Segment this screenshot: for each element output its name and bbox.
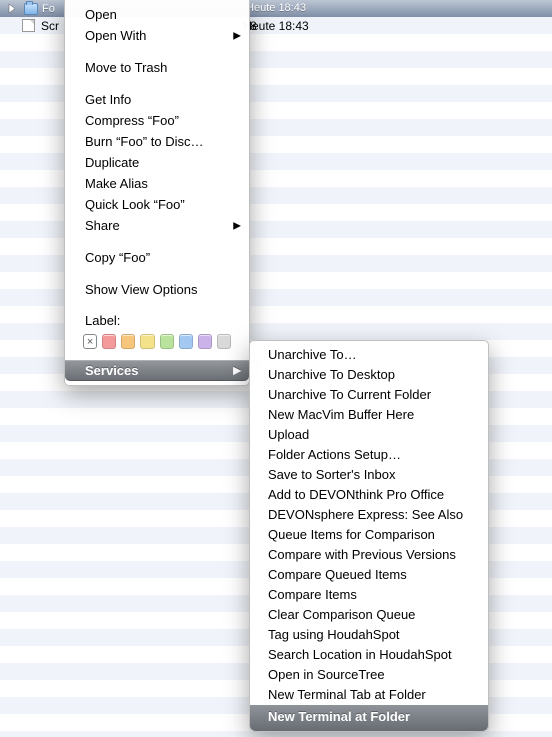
menu-item-get-info[interactable]: Get Info xyxy=(65,89,249,110)
label-swatch-1[interactable] xyxy=(102,334,116,349)
services-item-new-macvim-buffer-here[interactable]: New MacVim Buffer Here xyxy=(250,405,488,425)
menu-item-label: Quick Look “Foo” xyxy=(85,197,185,212)
menu-item-label: Open xyxy=(85,7,117,22)
menu-item-move-to-trash[interactable]: Move to Trash xyxy=(65,57,249,78)
services-item-unarchive-to-desktop[interactable]: Unarchive To Desktop xyxy=(250,365,488,385)
submenu-arrow-icon: ▶ xyxy=(233,217,241,234)
menu-item-label: Compare Queued Items xyxy=(268,567,407,582)
label-swatch-5[interactable] xyxy=(179,334,193,349)
services-item-queue-items-for-comparison[interactable]: Queue Items for Comparison xyxy=(250,525,488,545)
file-date: Heute 18:43 xyxy=(243,19,308,33)
nav-forward-icon xyxy=(6,3,18,15)
services-item-tag-using-houdahspot[interactable]: Tag using HoudahSpot xyxy=(250,625,488,645)
menu-separator xyxy=(66,241,248,242)
services-item-folder-actions-setup[interactable]: Folder Actions Setup… xyxy=(250,445,488,465)
context-menu: Open Open With ▶ Move to Trash Get Info Compr… xyxy=(64,0,250,386)
menu-item-label: Queue Items for Comparison xyxy=(268,527,435,542)
services-item-upload[interactable]: Upload xyxy=(250,425,488,445)
menu-item-label: New MacVim Buffer Here xyxy=(268,407,414,422)
menu-item-label: DEVONsphere Express: See Also xyxy=(268,507,463,522)
menu-item-label: Open With xyxy=(85,28,146,43)
menu-item-label: Share xyxy=(85,218,120,233)
services-item-open-in-sourcetree[interactable]: Open in SourceTree xyxy=(250,665,488,685)
menu-item-label: Upload xyxy=(268,427,309,442)
label-swatch-4[interactable] xyxy=(160,334,174,349)
menu-item-label: Unarchive To… xyxy=(268,347,357,362)
services-item-save-to-sorter-s-inbox[interactable]: Save to Sorter's Inbox xyxy=(250,465,488,485)
menu-item-label: Folder Actions Setup… xyxy=(268,447,401,462)
menu-item-label: Unarchive To Desktop xyxy=(268,367,395,382)
menu-item-open[interactable]: Open xyxy=(65,4,249,25)
menu-separator xyxy=(66,305,248,306)
file-icon xyxy=(22,19,35,32)
menu-item-label: Compress “Foo” xyxy=(85,113,179,128)
menu-item-label: Copy “Foo” xyxy=(85,250,150,265)
label-swatch-6[interactable] xyxy=(198,334,212,349)
menu-item-quick-look-foo[interactable]: Quick Look “Foo” xyxy=(65,194,249,215)
services-item-unarchive-to-current-folder[interactable]: Unarchive To Current Folder xyxy=(250,385,488,405)
menu-item-label: Show View Options xyxy=(85,282,198,297)
label-swatch-7[interactable] xyxy=(217,334,231,349)
menu-separator xyxy=(66,273,248,274)
menu-item-services[interactable]: Services ▶ xyxy=(65,360,249,381)
file-name: Scr xyxy=(41,19,59,33)
label-heading: Label: xyxy=(65,311,249,330)
menu-item-label: Unarchive To Current Folder xyxy=(268,387,431,402)
menu-separator xyxy=(66,51,248,52)
menu-item-label: New Terminal at Folder xyxy=(268,709,410,724)
submenu-arrow-icon: ▶ xyxy=(233,365,241,376)
services-submenu: Unarchive To… Unarchive To Desktop Unarchi… xyxy=(249,340,489,732)
services-item-compare-queued-items[interactable]: Compare Queued Items xyxy=(250,565,488,585)
menu-item-show-view-options[interactable]: Show View Options xyxy=(65,279,249,300)
menu-item-label: Compare Items xyxy=(268,587,357,602)
menu-item-label: Clear Comparison Queue xyxy=(268,607,415,622)
services-item-add-to-devonthink-pro-office[interactable]: Add to DEVONthink Pro Office xyxy=(250,485,488,505)
menu-item-label: Move to Trash xyxy=(85,60,167,75)
services-item-unarchive-to[interactable]: Unarchive To… xyxy=(250,345,488,365)
services-item-new-terminal-tab-at-folder[interactable]: New Terminal Tab at Folder xyxy=(250,685,488,705)
submenu-arrow-icon: ▶ xyxy=(233,27,241,44)
menu-item-label: Get Info xyxy=(85,92,131,107)
menu-item-label: Save to Sorter's Inbox xyxy=(268,467,396,482)
menu-item-label: Tag using HoudahSpot xyxy=(268,627,400,642)
menu-item-make-alias[interactable]: Make Alias xyxy=(65,173,249,194)
menu-item-duplicate[interactable]: Duplicate xyxy=(65,152,249,173)
services-item-compare-with-previous-versions[interactable]: Compare with Previous Versions xyxy=(250,545,488,565)
menu-item-label: Search Location in HoudahSpot xyxy=(268,647,452,662)
label-swatch-none[interactable]: × xyxy=(83,334,97,349)
menu-item-label: Compare with Previous Versions xyxy=(268,547,456,562)
menu-item-burn-foo-to-disc[interactable]: Burn “Foo” to Disc… xyxy=(65,131,249,152)
menu-item-copy-foo[interactable]: Copy “Foo” xyxy=(65,247,249,268)
menu-item-label: Open in SourceTree xyxy=(268,667,385,682)
folder-icon xyxy=(24,3,38,15)
menu-item-label: Burn “Foo” to Disc… xyxy=(85,134,203,149)
services-item-search-location-in-houdahspot[interactable]: Search Location in HoudahSpot xyxy=(250,645,488,665)
label-swatch-row: × xyxy=(65,330,249,355)
menu-item-label: Services xyxy=(85,363,139,378)
services-item-compare-items[interactable]: Compare Items xyxy=(250,585,488,605)
label-swatch-3[interactable] xyxy=(140,334,154,349)
menu-item-compress-foo[interactable]: Compress “Foo” xyxy=(65,110,249,131)
label-swatch-2[interactable] xyxy=(121,334,135,349)
menu-item-label: Make Alias xyxy=(85,176,148,191)
folder-name: Fo xyxy=(42,3,55,15)
menu-item-label: Add to DEVONthink Pro Office xyxy=(268,487,444,502)
menu-item-open-with[interactable]: Open With ▶ xyxy=(65,25,249,46)
menu-item-share[interactable]: Share ▶ xyxy=(65,215,249,236)
services-item-clear-comparison-queue[interactable]: Clear Comparison Queue xyxy=(250,605,488,625)
header-date: Heute 18:43 xyxy=(246,0,306,17)
services-item-devonsphere-express-see-also[interactable]: DEVONsphere Express: See Also xyxy=(250,505,488,525)
menu-item-label: Duplicate xyxy=(85,155,139,170)
menu-item-label: New Terminal Tab at Folder xyxy=(268,687,426,702)
menu-separator xyxy=(66,83,248,84)
services-item-new-terminal-at-folder[interactable]: New Terminal at Folder xyxy=(250,705,488,731)
